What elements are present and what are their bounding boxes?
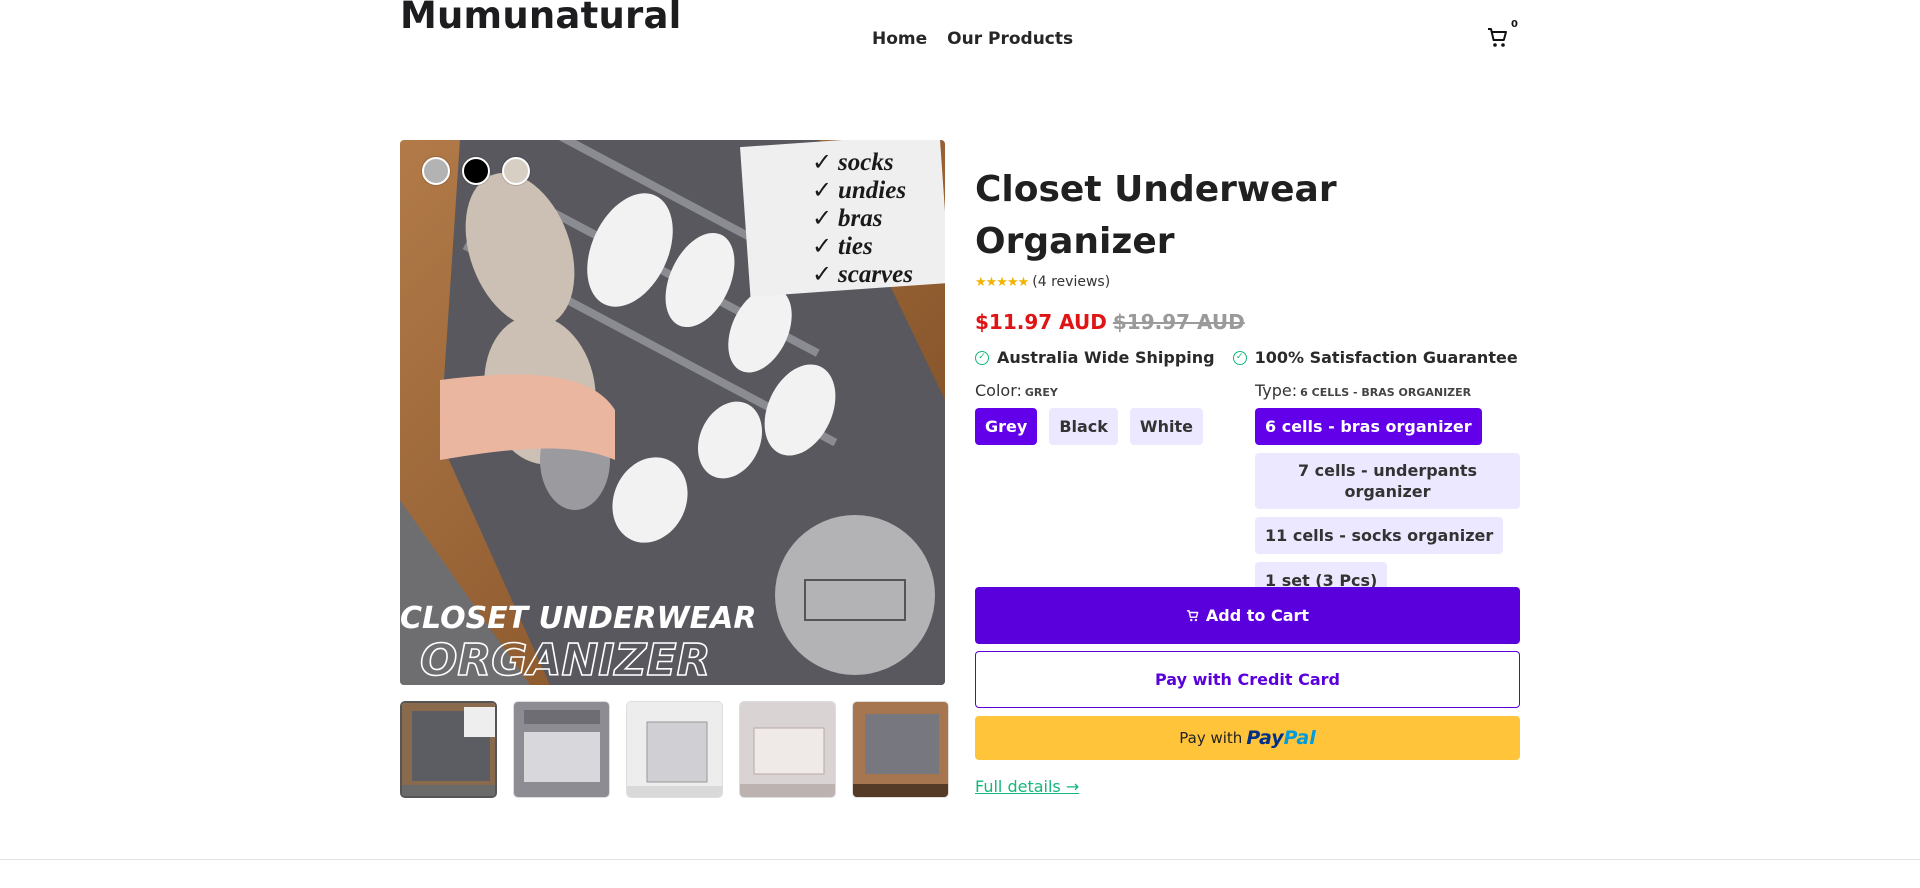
product-title: Closet Underwear Organizer (975, 169, 1337, 262)
checklist-item: bras (838, 205, 882, 232)
add-to-cart-button[interactable]: Add to Cart (975, 587, 1520, 644)
main-nav: Home Our Products (872, 29, 1073, 49)
color-swatch-dots (422, 157, 530, 185)
site-header: Mumunatural Home Our Products 0 (0, 0, 1920, 80)
review-count: (4 reviews) (1032, 274, 1111, 290)
check-circle-icon: ✓ (975, 350, 989, 365)
cart-icon (1488, 28, 1507, 47)
product-main-image[interactable]: socks undies bras ties scarves ✓ ✓ ✓ ✓ ✓ CLO… (400, 140, 945, 685)
color-chips: Grey Black White (975, 408, 1235, 445)
star-rating-icon: ★★★★★ (975, 274, 1029, 290)
nav-our-products-link[interactable]: Our Products (947, 29, 1073, 49)
swatch-dot-grey[interactable] (422, 157, 450, 185)
cart-count-badge: 0 (1511, 19, 1518, 30)
thumbnail-strip (400, 701, 949, 798)
type-chip-11-cells[interactable]: 11 cells - socks organizer (1255, 517, 1504, 554)
price-row: $11.97 AUD $19.97 AUD (975, 310, 1520, 334)
variant-options: Color: GREY Grey Black White Type: 6 CELLS… (975, 381, 1520, 621)
nav-home-link[interactable]: Home (872, 29, 927, 49)
cart-button[interactable] (1486, 26, 1514, 52)
brand-logo[interactable]: Mumunatural (400, 0, 682, 37)
svg-text:✓: ✓ (812, 148, 832, 176)
rating-row[interactable]: ★★★★★ (4 reviews) (975, 270, 1520, 294)
check-circle-icon: ✓ (1232, 350, 1247, 365)
svg-text:✓: ✓ (812, 260, 832, 288)
svg-text:✓: ✓ (812, 176, 832, 204)
guarantee-badge: ✓ 100% Satisfaction Guarantee (1232, 348, 1518, 367)
sale-price: $11.97 AUD (975, 310, 1107, 334)
trust-badges: ✓ Australia Wide Shipping ✓ 100% Satisfa… (975, 348, 1520, 367)
shipping-badge-label: Australia Wide Shipping (997, 348, 1215, 367)
type-option-group: Type: 6 CELLS - BRAS ORGANIZER 6 cells - … (1255, 381, 1520, 599)
guarantee-badge-label: 100% Satisfaction Guarantee (1254, 348, 1518, 367)
type-chip-7-cells[interactable]: 7 cells - underpants organizer (1255, 453, 1520, 509)
color-option-label: Color: GREY (975, 381, 1058, 400)
color-selected-value: GREY (1024, 386, 1058, 399)
add-to-cart-label: Add to Cart (1205, 606, 1310, 625)
checklist-item: scarves (837, 261, 913, 288)
thumbnail-2[interactable] (513, 701, 610, 798)
compare-at-price: $19.97 AUD (1112, 310, 1245, 334)
image-caption-line1: CLOSET UNDERWEAR (400, 601, 756, 636)
pay-with-credit-card-label: Pay with Credit Card (1155, 670, 1340, 689)
checklist-item: socks (837, 149, 894, 176)
product-info: Closet Underwear Organizer ★★★★★ (4 revi… (975, 164, 1520, 621)
color-chip-grey[interactable]: Grey (975, 408, 1038, 445)
swatch-dot-white[interactable] (502, 157, 530, 185)
thumbnail-1[interactable] (400, 701, 497, 798)
checklist-item: ties (838, 233, 873, 260)
type-selected-value: 6 CELLS - BRAS ORGANIZER (1300, 386, 1472, 399)
pay-with-credit-card-button[interactable]: Pay with Credit Card (975, 651, 1520, 708)
shipping-badge: ✓ Australia Wide Shipping (975, 348, 1215, 367)
color-chip-white[interactable]: White (1129, 408, 1203, 445)
thumbnail-5[interactable] (852, 701, 949, 798)
type-chip-6-cells[interactable]: 6 cells - bras organizer (1255, 408, 1482, 445)
checklist-item: undies (838, 177, 906, 204)
color-chip-black[interactable]: Black (1049, 408, 1118, 445)
image-caption-line2: ORGANIZER (420, 635, 711, 685)
thumbnail-3[interactable] (626, 701, 723, 798)
type-option-label: Type: 6 CELLS - BRAS ORGANIZER (1255, 381, 1472, 400)
svg-text:✓: ✓ (812, 204, 832, 232)
arrow-right-icon: → (1065, 777, 1080, 796)
thumbnail-4[interactable] (739, 701, 836, 798)
svg-text:✓: ✓ (812, 232, 832, 260)
swatch-dot-black[interactable] (462, 157, 490, 185)
section-divider (0, 859, 1920, 860)
paypal-button[interactable]: Pay with PayPal (975, 716, 1520, 760)
paypal-prefix: Pay with (1179, 729, 1243, 747)
paypal-logo: PayPal (1246, 727, 1316, 749)
color-option-group: Color: GREY Grey Black White (975, 381, 1235, 445)
full-details-link[interactable]: Full details → (975, 777, 1079, 796)
cart-icon (1187, 609, 1199, 621)
type-chips: 6 cells - bras organizer 7 cells - under… (1255, 408, 1520, 599)
